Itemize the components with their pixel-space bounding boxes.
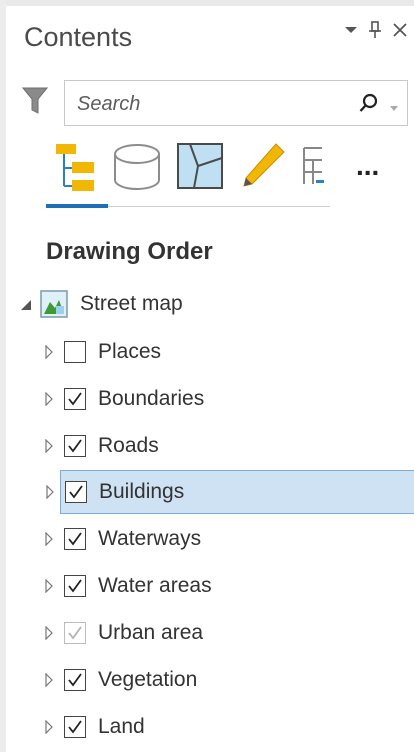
contents-toolbar: ... (46, 140, 379, 200)
active-tab-indicator (46, 204, 108, 208)
pane-options-dropdown-icon[interactable] (344, 25, 358, 35)
filter-icon[interactable] (21, 86, 49, 116)
checkmark-icon (68, 626, 82, 640)
selection-tab-icon[interactable] (176, 140, 226, 199)
map-label: Street map (80, 292, 183, 315)
drawing-order-tab-icon[interactable] (50, 140, 98, 199)
search-box[interactable] (64, 80, 408, 126)
window-top-edge (0, 0, 414, 6)
checkmark-icon (68, 673, 82, 687)
checkmark-icon (68, 720, 82, 734)
checkmark-icon (68, 439, 82, 453)
checkmark-icon (68, 532, 82, 546)
search-options-chevron-icon[interactable] (390, 99, 398, 117)
layer-visibility-checkbox[interactable] (64, 435, 86, 457)
expand-triangle-icon[interactable] (44, 626, 54, 640)
layer-label: Waterways (98, 527, 202, 550)
pin-icon[interactable] (368, 20, 382, 40)
layer-visibility-checkbox[interactable] (64, 622, 86, 644)
layer-visibility-checkbox[interactable] (64, 388, 86, 410)
layer-visibility-checkbox[interactable] (64, 575, 86, 597)
layer-row-vegetation[interactable]: Vegetation (38, 660, 414, 700)
layer-label: Boundaries (98, 387, 205, 410)
expand-triangle-icon[interactable] (44, 532, 54, 546)
layer-visibility-checkbox[interactable] (64, 528, 86, 550)
tree-root-map[interactable]: Street map (20, 284, 400, 324)
pane-title-controls (344, 20, 408, 40)
expand-triangle-icon[interactable] (44, 345, 54, 359)
search-icon[interactable] (359, 93, 379, 118)
expand-triangle-icon[interactable] (44, 579, 54, 593)
data-source-tab-icon[interactable] (112, 140, 162, 199)
checkmark-icon (68, 392, 82, 406)
editing-tab-icon[interactable] (236, 140, 290, 199)
collapse-triangle-icon[interactable] (20, 298, 32, 310)
layer-label: Land (98, 715, 145, 738)
layer-label: Roads (98, 434, 159, 457)
snapping-tab-icon[interactable] (300, 140, 330, 199)
toolbar-divider (108, 206, 330, 207)
layer-label: Buildings (99, 480, 185, 503)
layer-row-buildings[interactable]: Buildings (46, 470, 414, 514)
checkmark-icon (69, 485, 83, 499)
search-input[interactable] (75, 90, 329, 118)
layer-row-waterways[interactable]: Waterways (38, 519, 414, 559)
layer-label: Vegetation (98, 668, 198, 691)
layer-label: Water areas (98, 574, 212, 597)
layer-row-water-areas[interactable]: Water areas (38, 566, 414, 606)
layer-row-urban-area[interactable]: Urban area (38, 613, 414, 653)
layer-row-roads[interactable]: Roads (38, 426, 414, 466)
pane-title: Contents (24, 22, 133, 52)
window-left-edge (0, 0, 6, 752)
layer-visibility-checkbox[interactable] (64, 341, 86, 363)
expand-triangle-icon[interactable] (44, 673, 54, 687)
more-options-button[interactable]: ... (356, 150, 379, 182)
layer-row-land[interactable]: Land (38, 707, 414, 747)
layer-row-boundaries[interactable]: Boundaries (38, 379, 414, 419)
expand-triangle-icon[interactable] (44, 720, 54, 734)
map-icon (40, 290, 68, 318)
section-heading: Drawing Order (46, 238, 213, 265)
close-icon[interactable] (392, 22, 408, 38)
expand-triangle-icon[interactable] (44, 392, 54, 406)
layer-visibility-checkbox[interactable] (64, 716, 86, 738)
layer-row-places[interactable]: Places (38, 332, 414, 372)
layer-visibility-checkbox[interactable] (65, 481, 87, 503)
layer-label: Urban area (98, 621, 204, 644)
expand-triangle-icon[interactable] (45, 485, 55, 499)
layer-visibility-checkbox[interactable] (64, 669, 86, 691)
expand-triangle-icon[interactable] (44, 439, 54, 453)
layer-label: Places (98, 340, 162, 363)
checkmark-icon (68, 579, 82, 593)
